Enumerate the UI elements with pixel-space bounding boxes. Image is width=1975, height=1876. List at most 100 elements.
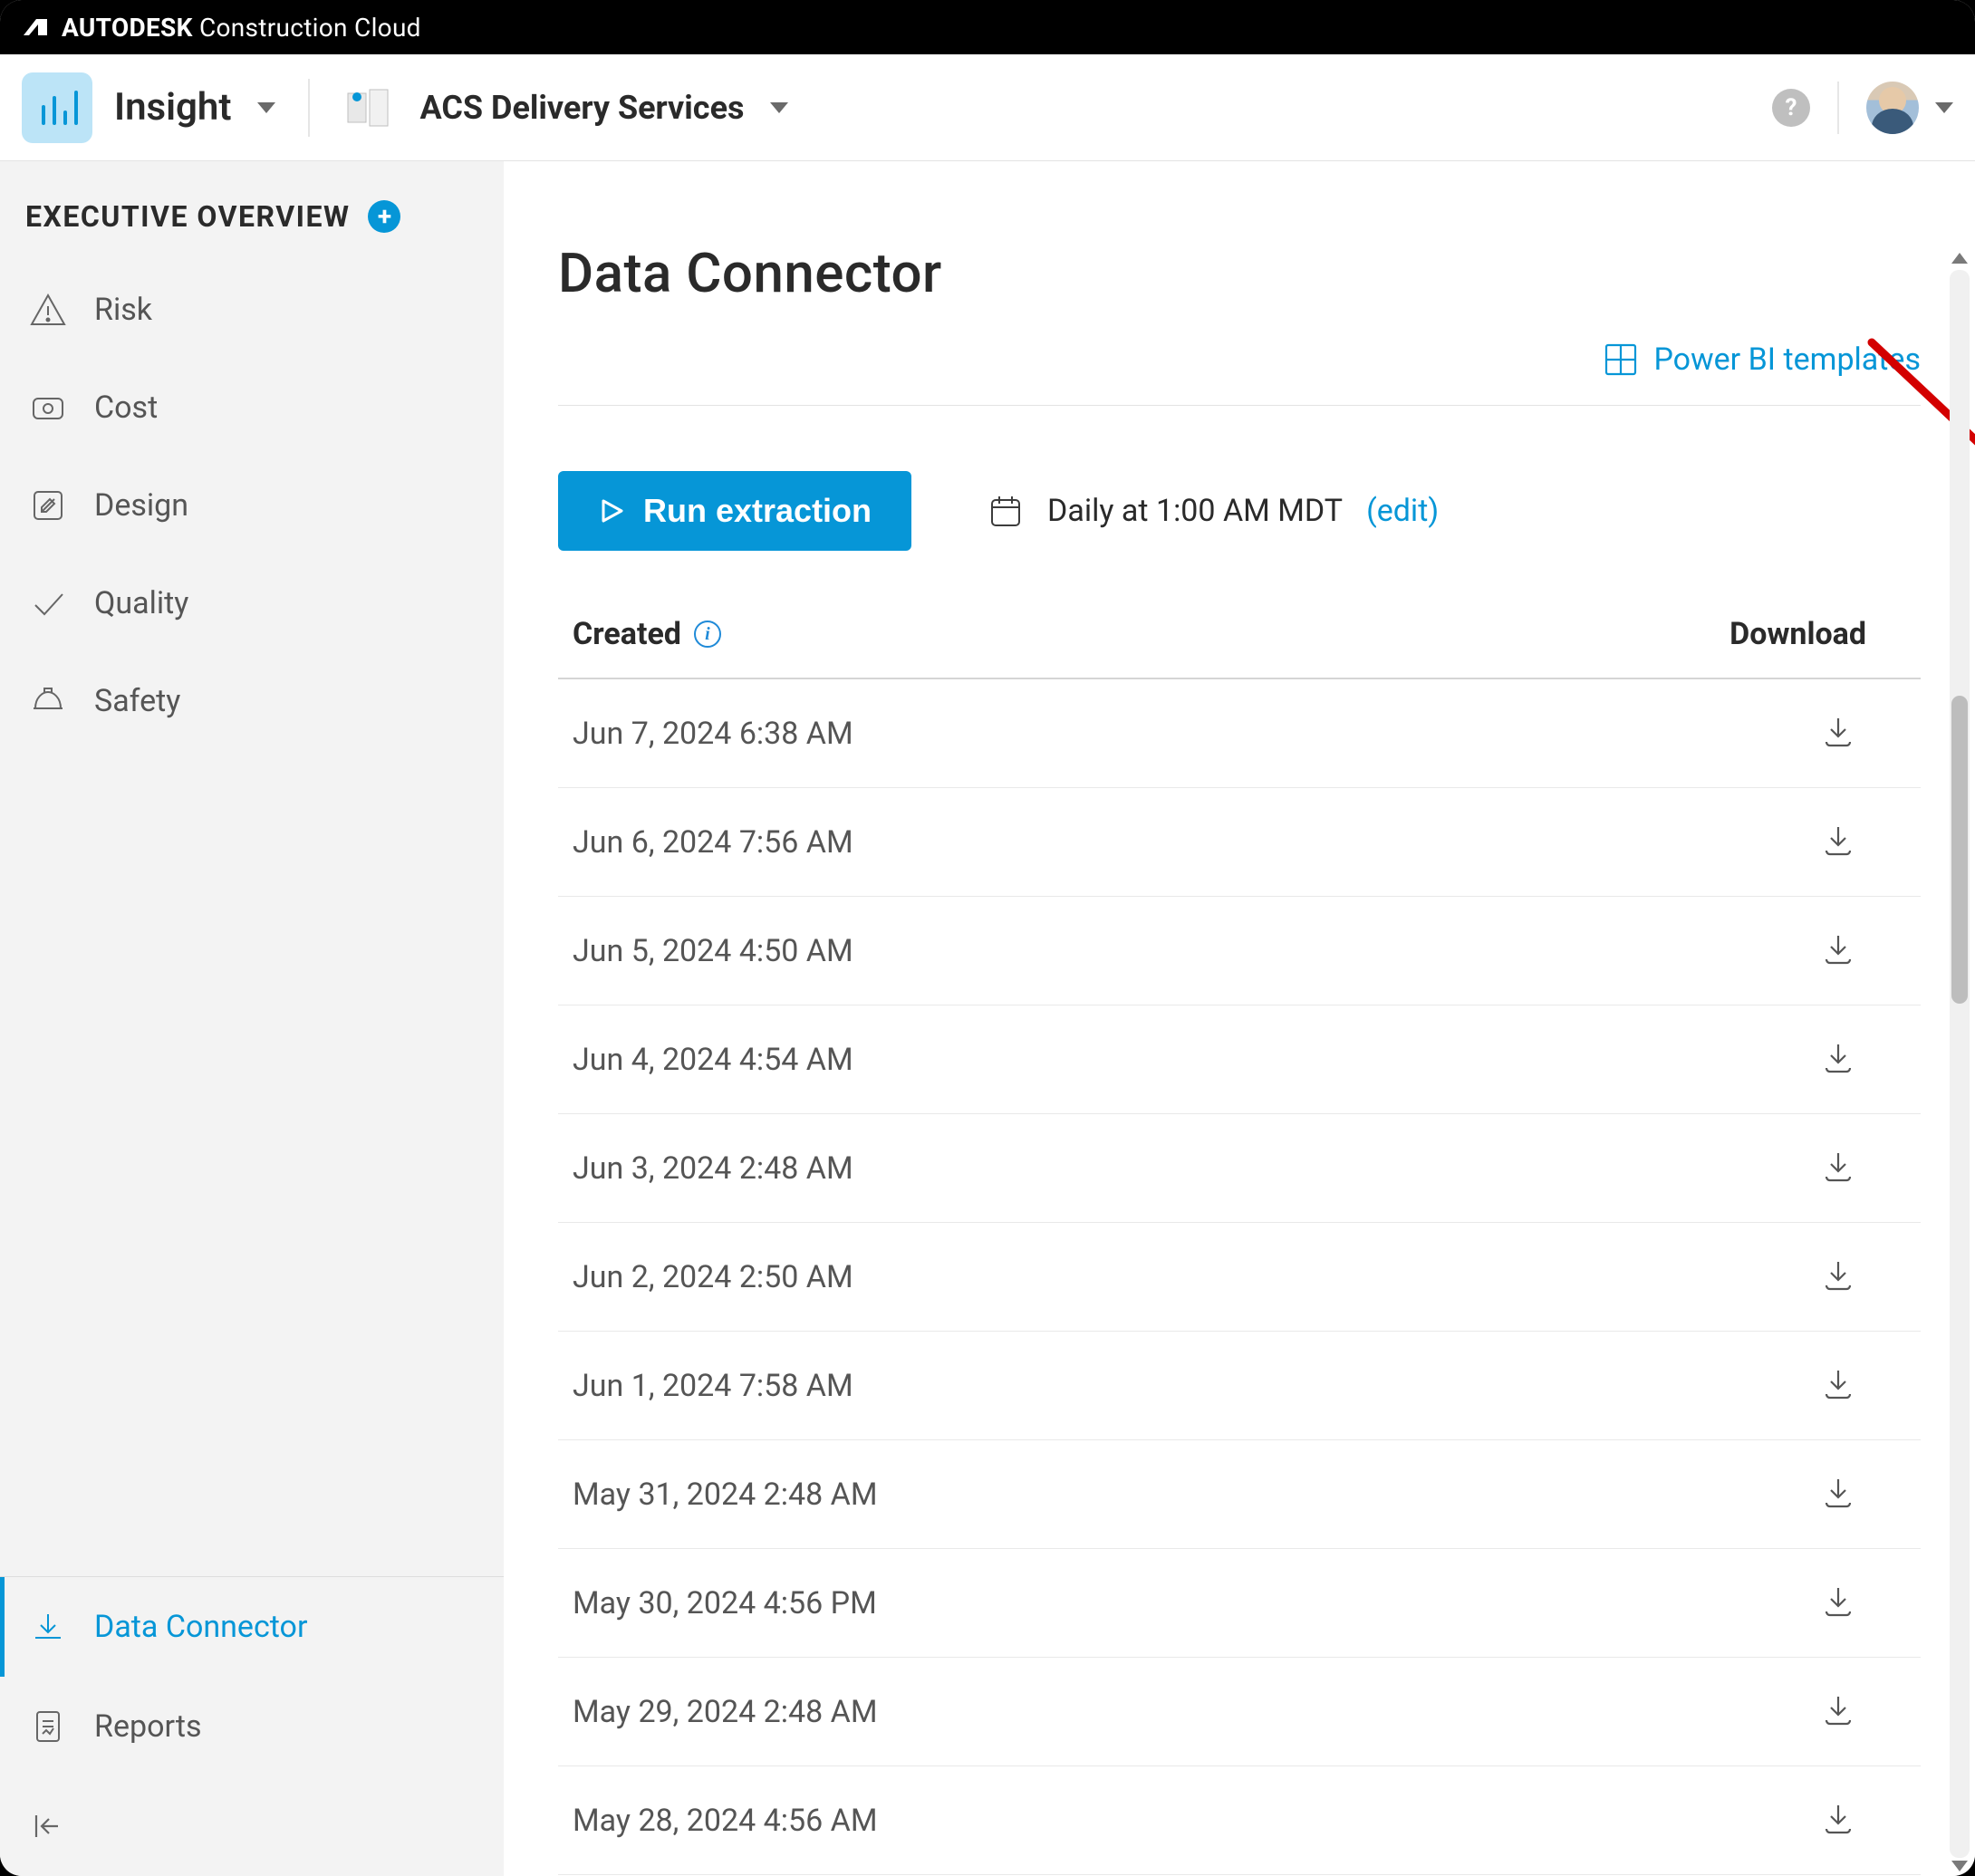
warning-triangle-icon bbox=[29, 291, 67, 329]
edit-schedule-link[interactable]: (edit) bbox=[1366, 493, 1439, 529]
autodesk-logo-icon bbox=[22, 17, 49, 37]
divider bbox=[308, 79, 310, 137]
brand-product: Construction Cloud bbox=[199, 13, 421, 43]
table-row: Jun 1, 2024 7:58 AM bbox=[558, 1332, 1921, 1440]
download-icon bbox=[1821, 1802, 1855, 1836]
sidebar-item-label: Safety bbox=[94, 683, 180, 719]
download-button[interactable] bbox=[1821, 823, 1906, 861]
created-timestamp: Jun 5, 2024 4:50 AM bbox=[573, 933, 853, 969]
info-icon[interactable]: i bbox=[694, 621, 721, 648]
download-button[interactable] bbox=[1821, 1584, 1906, 1622]
power-bi-templates-link[interactable]: Power BI templates bbox=[1603, 342, 1921, 378]
download-button[interactable] bbox=[1821, 932, 1906, 970]
download-button[interactable] bbox=[1821, 1802, 1906, 1840]
caret-down-icon bbox=[770, 102, 788, 113]
table-header: Created i Download bbox=[558, 616, 1921, 679]
sidebar-item-reports[interactable]: Reports bbox=[0, 1677, 504, 1776]
sidebar-item-safety[interactable]: Safety bbox=[0, 652, 504, 750]
table-row: May 28, 2024 4:56 AM bbox=[558, 1766, 1921, 1875]
schedule-text: Daily at 1:00 AM MDT bbox=[1047, 493, 1343, 529]
sidebar-item-label: Quality bbox=[94, 585, 188, 621]
run-extraction-button[interactable]: Run extraction bbox=[558, 471, 911, 551]
schedule-display: Daily at 1:00 AM MDT (edit) bbox=[988, 493, 1439, 529]
project-name: ACS Delivery Services bbox=[420, 89, 745, 127]
power-bi-templates-label: Power BI templates bbox=[1653, 342, 1921, 378]
reports-icon bbox=[29, 1708, 67, 1746]
acc-logo-icon bbox=[346, 85, 397, 130]
table-row: May 30, 2024 4:56 PM bbox=[558, 1549, 1921, 1658]
sidebar-item-risk[interactable]: Risk bbox=[0, 261, 504, 359]
app-header: Insight ACS Delivery Services ? bbox=[0, 54, 1975, 161]
page-title: Data Connector bbox=[558, 241, 1921, 305]
download-icon bbox=[1821, 932, 1855, 967]
scroll-up-arrow[interactable] bbox=[1950, 248, 1970, 268]
table-row: May 29, 2024 2:48 AM bbox=[558, 1658, 1921, 1766]
sidebar-item-cost[interactable]: Cost bbox=[0, 359, 504, 457]
scrollbar-thumb[interactable] bbox=[1951, 696, 1968, 1004]
scrollbar[interactable] bbox=[1950, 270, 1970, 1858]
download-button[interactable] bbox=[1821, 1150, 1906, 1188]
column-header-download: Download bbox=[1729, 616, 1906, 652]
project-switcher[interactable]: ACS Delivery Services bbox=[420, 89, 788, 127]
download-button[interactable] bbox=[1821, 1258, 1906, 1296]
download-icon bbox=[1821, 1367, 1855, 1401]
created-timestamp: Jun 6, 2024 7:56 AM bbox=[573, 824, 853, 861]
table-row: Jun 4, 2024 4:54 AM bbox=[558, 1005, 1921, 1114]
sidebar-nav: Risk Cost Design Quality Safety bbox=[0, 261, 504, 750]
add-dashboard-button[interactable]: + bbox=[368, 200, 400, 233]
extractions-table: Created i Download Jun 7, 2024 6:38 AM J… bbox=[558, 616, 1921, 1875]
help-icon[interactable]: ? bbox=[1772, 89, 1810, 127]
download-button[interactable] bbox=[1821, 1476, 1906, 1514]
download-icon bbox=[1821, 715, 1855, 749]
cost-icon bbox=[29, 389, 67, 427]
table-row: Jun 5, 2024 4:50 AM bbox=[558, 897, 1921, 1005]
main-content: Data Connector Power BI templates Run ex… bbox=[504, 161, 1975, 1876]
sidebar-item-quality[interactable]: Quality bbox=[0, 554, 504, 652]
download-icon bbox=[1821, 1693, 1855, 1727]
download-icon bbox=[1821, 823, 1855, 858]
checkmark-icon bbox=[29, 584, 67, 622]
download-button[interactable] bbox=[1821, 1693, 1906, 1731]
table-row: Jun 3, 2024 2:48 AM bbox=[558, 1114, 1921, 1223]
avatar[interactable] bbox=[1866, 82, 1919, 134]
download-icon bbox=[1821, 1258, 1855, 1293]
module-icon[interactable] bbox=[22, 72, 92, 143]
download-icon bbox=[29, 1608, 67, 1646]
sidebar-item-design[interactable]: Design bbox=[0, 457, 504, 554]
download-icon bbox=[1821, 1041, 1855, 1075]
collapse-sidebar-button[interactable] bbox=[0, 1776, 504, 1876]
table-row: May 31, 2024 2:48 AM bbox=[558, 1440, 1921, 1549]
sidebar-item-data-connector[interactable]: Data Connector bbox=[0, 1577, 504, 1677]
download-button[interactable] bbox=[1821, 715, 1906, 753]
module-name: Insight bbox=[114, 85, 232, 130]
sidebar-item-label: Design bbox=[94, 487, 188, 524]
module-switcher[interactable]: Insight bbox=[114, 85, 275, 130]
scroll-down-arrow[interactable] bbox=[1950, 1856, 1970, 1876]
play-icon bbox=[598, 497, 625, 524]
sidebar-bottom-nav: Data Connector Reports bbox=[0, 1576, 504, 1876]
download-icon bbox=[1821, 1150, 1855, 1184]
run-extraction-label: Run extraction bbox=[643, 492, 872, 530]
caret-down-icon bbox=[257, 102, 275, 113]
created-timestamp: May 28, 2024 4:56 AM bbox=[573, 1803, 878, 1839]
caret-down-icon bbox=[1935, 102, 1953, 113]
created-timestamp: Jun 4, 2024 4:54 AM bbox=[573, 1042, 853, 1078]
sidebar-section-title: EXECUTIVE OVERVIEW bbox=[25, 199, 350, 234]
created-timestamp: May 30, 2024 4:56 PM bbox=[573, 1585, 877, 1621]
created-timestamp: Jun 1, 2024 7:58 AM bbox=[573, 1368, 853, 1404]
brand-company: AUTODESK bbox=[62, 13, 193, 43]
sidebar-item-label: Data Connector bbox=[94, 1609, 307, 1645]
column-header-created[interactable]: Created bbox=[573, 616, 681, 652]
table-row: Jun 7, 2024 6:38 AM bbox=[558, 679, 1921, 788]
sidebar-item-label: Risk bbox=[94, 292, 152, 328]
table-row: Jun 2, 2024 2:50 AM bbox=[558, 1223, 1921, 1332]
download-button[interactable] bbox=[1821, 1041, 1906, 1079]
sidebar-item-label: Cost bbox=[94, 390, 158, 426]
calendar-icon bbox=[988, 493, 1024, 529]
created-timestamp: Jun 7, 2024 6:38 AM bbox=[573, 716, 853, 752]
table-row: Jun 6, 2024 7:56 AM bbox=[558, 788, 1921, 897]
design-pencil-icon bbox=[29, 486, 67, 524]
download-icon bbox=[1821, 1584, 1855, 1619]
collapse-left-icon bbox=[29, 1808, 65, 1844]
download-button[interactable] bbox=[1821, 1367, 1906, 1405]
